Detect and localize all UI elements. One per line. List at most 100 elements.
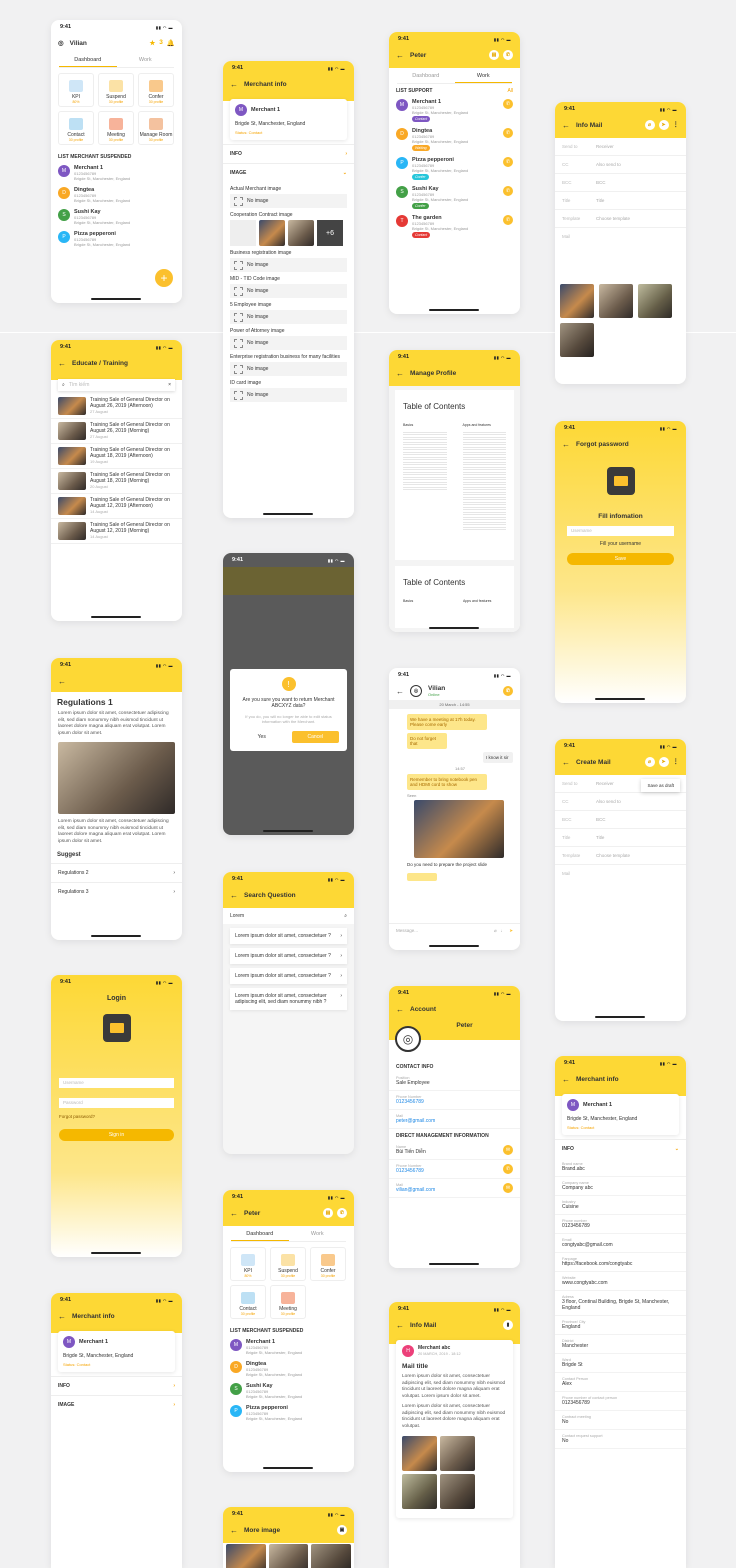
attachment-thumb[interactable] (560, 323, 594, 357)
tile-meeting[interactable]: Meeting 30 profile (270, 1285, 306, 1319)
trash-icon[interactable]: ▮ (503, 1320, 513, 1330)
attachment-thumb[interactable] (440, 1474, 475, 1509)
yes-button[interactable]: Yes (238, 731, 286, 743)
title-field[interactable]: Title Title (555, 192, 686, 210)
back-icon[interactable]: ← (562, 440, 570, 449)
list-item[interactable]: Training Sale of General Director on Aug… (51, 419, 182, 444)
list-item[interactable]: T The garden 0123456789 Brigde St, Manchest… (389, 212, 520, 241)
tile-suspend[interactable]: Suspend 30 profile (270, 1247, 306, 1281)
no-image-box[interactable]: No image (230, 194, 347, 208)
phone-icon[interactable]: ✆ (337, 1208, 347, 1218)
tile-suspend[interactable]: Suspend 30 profile (98, 73, 134, 107)
cancel-button[interactable]: Cancel (291, 731, 339, 743)
question-item[interactable]: Lorem ipsum dolor sit amet, consectetuer… (230, 948, 347, 964)
back-icon[interactable]: ← (230, 80, 238, 89)
list-item[interactable]: P Pizza pepperoni 0123456789 Brigde St, Man… (51, 228, 182, 250)
no-image-box[interactable]: No image (230, 258, 347, 272)
tile-kpi[interactable]: KPI 80% (58, 73, 94, 107)
bell-icon[interactable]: 🔔 (167, 39, 175, 47)
shared-image[interactable] (414, 800, 504, 858)
question-item[interactable]: Lorem ipsum dolor sit amet, consectetuer… (230, 928, 347, 944)
tile-contact[interactable]: Contact 30 profile (230, 1285, 266, 1319)
call-icon[interactable]: ✆ (503, 128, 513, 138)
send-icon[interactable]: ➤ (509, 928, 513, 934)
list-item[interactable]: S Sushi Kay 0123456789 Brigde St, Mancheste… (223, 1380, 354, 1402)
template-select[interactable]: Template Choose template (555, 210, 686, 228)
phone-icon[interactable]: ✆ (503, 50, 513, 60)
list-item[interactable]: M Merchant 1 0123456789 Brigde St, Manchest… (389, 96, 520, 125)
title-field[interactable]: Title Title (555, 829, 686, 847)
back-icon[interactable]: ← (562, 758, 570, 767)
template-select[interactable]: Template Choose template (555, 847, 686, 865)
save-button[interactable]: Save (567, 553, 674, 565)
message-icon[interactable]: ✉ (503, 1145, 513, 1155)
list-item[interactable]: D Dingtea 0123456789 Brigde St, Manchester,… (389, 125, 520, 154)
list-item[interactable]: P Pizza pepperoni 0123456789 Brigde St, Man… (389, 154, 520, 183)
mail-icon[interactable]: ✉ (503, 1183, 513, 1193)
image-thumb[interactable] (311, 1544, 352, 1568)
mail-body-field[interactable]: Mail (555, 228, 686, 284)
forgot-password-link[interactable]: Forgot password? (51, 1108, 182, 1125)
tab-work[interactable]: Work (289, 1228, 347, 1241)
back-icon[interactable]: ← (396, 369, 404, 378)
send-icon[interactable]: ➤ (658, 120, 669, 130)
close-icon[interactable]: × (168, 382, 171, 388)
username-input[interactable]: Username (59, 1078, 174, 1088)
tab-work[interactable]: Work (117, 54, 175, 67)
search-input[interactable]: ⌕ Tìm kiếm × (58, 379, 175, 391)
sign-in-button[interactable]: Sign in (59, 1129, 174, 1141)
document-page[interactable]: Table of Contents Basics Apps and featur… (395, 390, 514, 560)
bcc-field[interactable]: BCC BCC (555, 811, 686, 829)
list-item[interactable]: D Dingtea 0123456789 Brigde St, Manchester,… (223, 1358, 354, 1380)
back-icon[interactable]: ← (58, 677, 66, 686)
filter-all[interactable]: All (507, 88, 513, 94)
tab-work[interactable]: Work (454, 70, 512, 83)
back-icon[interactable]: ← (58, 359, 66, 368)
back-icon[interactable]: ← (396, 51, 404, 60)
no-image-box[interactable]: No image (230, 284, 347, 298)
suggest-link[interactable]: Regulations 2 › (51, 863, 182, 882)
back-icon[interactable]: ← (396, 1321, 404, 1330)
more-icon[interactable]: ⋮ (673, 120, 680, 130)
attachment-thumb[interactable] (402, 1474, 437, 1509)
back-icon[interactable]: ← (396, 687, 404, 696)
tab-dashboard[interactable]: Dashboard (397, 70, 455, 83)
cc-field[interactable]: CC Also send to (555, 793, 686, 811)
back-icon[interactable]: ← (230, 1526, 238, 1535)
list-item[interactable]: Training Sale of General Director on Aug… (51, 394, 182, 419)
search-input[interactable]: Lorem ⌕ (223, 908, 354, 924)
attach-icon[interactable]: ⌀ (644, 757, 655, 767)
call-icon[interactable]: ✆ (503, 157, 513, 167)
back-icon[interactable]: ← (230, 1209, 238, 1218)
attach-icon[interactable]: ⌀ (644, 120, 655, 130)
tile-manage-room[interactable]: Manage Room 30 profile (138, 111, 174, 145)
cc-field[interactable]: CC Also send to (555, 156, 686, 174)
no-image-box[interactable]: No image (230, 362, 347, 376)
send-icon[interactable]: ➤ (658, 757, 669, 767)
no-image-box[interactable]: No image (230, 336, 347, 350)
question-item[interactable]: Lorem ipsum dolor sit amet, consectetuer… (230, 968, 347, 984)
call-icon[interactable]: ✆ (503, 215, 513, 225)
save-draft-menu-item[interactable]: Save as draft (641, 779, 680, 792)
attachment-thumb[interactable] (638, 284, 672, 318)
list-item[interactable]: S Sushi Kay 0123456789 Brigde St, Mancheste… (51, 206, 182, 228)
list-item[interactable]: S Sushi Kay 0123456789 Brigde St, Mancheste… (389, 183, 520, 212)
attachment-thumb[interactable] (440, 1436, 475, 1471)
attachment-thumb[interactable] (560, 284, 594, 318)
contract-thumb[interactable] (230, 220, 256, 246)
tab-dashboard[interactable]: Dashboard (59, 54, 117, 67)
list-item[interactable]: M Merchant 1 0123456789 Brigde St, Manchest… (223, 1336, 354, 1358)
back-icon[interactable]: ← (562, 1075, 570, 1084)
attach-icon[interactable]: ⌀ (494, 928, 497, 934)
tile-confer[interactable]: Confer 30 profile (310, 1247, 346, 1281)
bcc-field[interactable]: BCC BCC (555, 174, 686, 192)
field-value[interactable]: 0123456789 (396, 1099, 513, 1105)
field-value[interactable]: peter@gmail.com (396, 1118, 513, 1124)
more-icon[interactable]: ⋮ (673, 757, 680, 767)
contract-thumb[interactable] (259, 220, 285, 246)
list-item[interactable]: P Pizza pepperoni 0123456789 Brigde St, Man… (223, 1402, 354, 1424)
no-image-box[interactable]: No image (230, 310, 347, 324)
star-icon[interactable]: ★ (149, 39, 155, 47)
question-item[interactable]: Lorem ipsum dolor sit amet, consectetuer… (230, 988, 347, 1010)
password-input[interactable]: Password (59, 1098, 174, 1108)
